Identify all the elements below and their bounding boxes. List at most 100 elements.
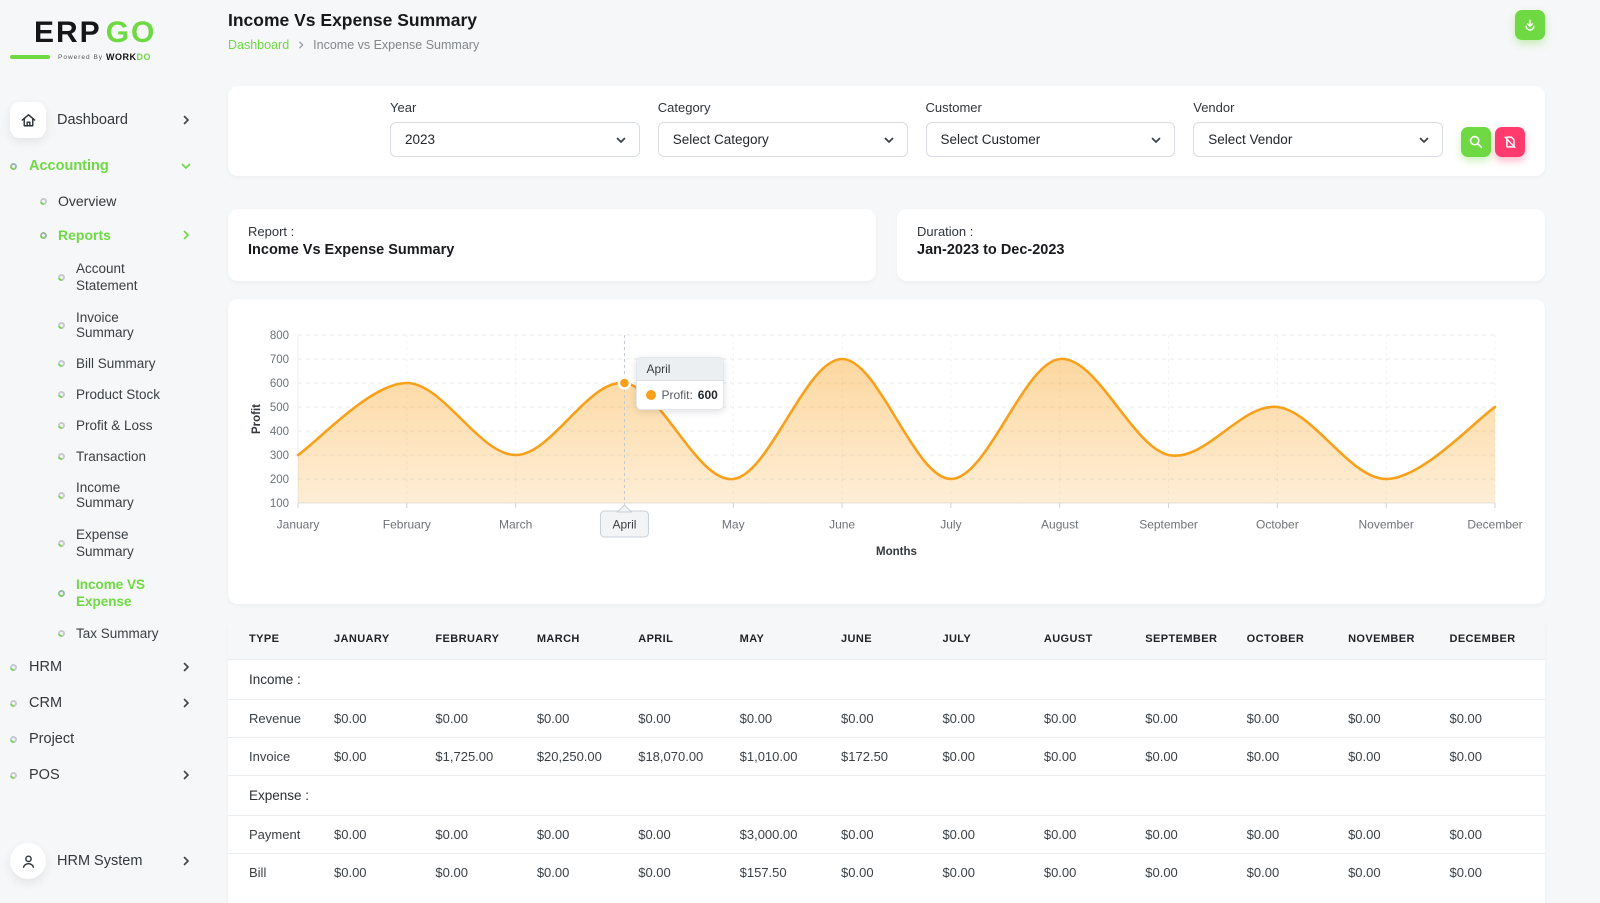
duration-value: Jan-2023 to Dec-2023: [917, 242, 1525, 258]
x-axis-label: February: [383, 518, 431, 532]
sidebar-item-transaction[interactable]: Transaction: [0, 441, 210, 472]
duration-label: Duration :: [917, 224, 1525, 239]
bullet-icon: [57, 320, 67, 330]
table-cell: $0.00: [1443, 816, 1545, 854]
table-cell: $0.00: [531, 700, 632, 738]
sidebar-item-label: CRM: [29, 695, 180, 711]
table-column-header: JUNE: [835, 619, 936, 660]
x-axis-label: June: [829, 518, 855, 532]
table-cell: $0.00: [531, 854, 632, 892]
reset-button[interactable]: [1495, 127, 1525, 157]
powered-by-label: Powered By: [58, 54, 103, 61]
brand-name: ERPGO: [34, 18, 210, 48]
bullet-icon: [57, 588, 67, 598]
sidebar-item-hrm-system[interactable]: HRM System: [0, 833, 210, 889]
sidebar-item-bill-summary[interactable]: Bill Summary: [0, 348, 210, 379]
table-cell: $0.00: [1241, 816, 1342, 854]
table-column-header: APRIL: [632, 619, 733, 660]
table-column-header: JULY: [936, 619, 1037, 660]
sidebar-item-invoice-summary[interactable]: Invoice Summary: [0, 302, 210, 348]
row-label: Payment: [228, 816, 328, 854]
table-row: Revenue$0.00$0.00$0.00$0.00$0.00$0.00$0.…: [228, 700, 1545, 738]
bullet-icon: [39, 196, 49, 206]
download-button[interactable]: [1515, 10, 1545, 40]
y-axis-tick-label: 200: [270, 474, 289, 486]
bullet-icon: [57, 390, 67, 400]
sidebar-item-label: Income VSExpense: [76, 576, 172, 610]
home-icon: [10, 102, 46, 138]
sidebar-item-income-summary[interactable]: Income Summary: [0, 472, 210, 518]
chevron-right-icon: [180, 769, 192, 781]
table-cell: $0.00: [1139, 816, 1240, 854]
table-cell: $0.00: [1038, 738, 1139, 776]
sidebar-item-product-stock[interactable]: Product Stock: [0, 379, 210, 410]
row-label: Revenue: [228, 700, 328, 738]
sidebar-item-hrm[interactable]: HRM: [0, 649, 210, 685]
year-label: Year: [390, 100, 640, 115]
sidebar-item-label: ExpenseSummary: [76, 526, 172, 560]
table-cell: $0.00: [936, 738, 1037, 776]
y-axis-tick-label: 400: [270, 426, 289, 438]
sidebar-item-account-statement[interactable]: AccountStatement: [0, 252, 210, 302]
table-cell: $0.00: [328, 700, 429, 738]
sidebar-item-tax-summary[interactable]: Tax Summary: [0, 618, 210, 649]
x-axis-label: May: [722, 518, 745, 532]
sidebar-item-overview[interactable]: Overview: [0, 184, 210, 218]
year-field: Year 2023: [390, 100, 640, 157]
sidebar-item-pos[interactable]: POS: [0, 757, 210, 793]
table-cell: $0.00: [1342, 700, 1443, 738]
table-cell: $0.00: [835, 854, 936, 892]
page-title: Income Vs Expense Summary: [228, 10, 479, 31]
customer-select[interactable]: Select Customer: [926, 122, 1176, 157]
y-axis-tick-label: 500: [270, 402, 289, 414]
sidebar-item-project[interactable]: Project: [0, 721, 210, 757]
bullet-icon: [39, 230, 49, 240]
brand-go: GO: [106, 16, 157, 49]
sidebar-item-accounting[interactable]: Accounting: [0, 148, 210, 184]
sidebar-item-dashboard[interactable]: Dashboard: [0, 92, 210, 148]
profit-chart-svg: 100200300400500600700800JanuaryFebruaryM…: [248, 321, 1525, 579]
table-column-header: NOVEMBER: [1342, 619, 1443, 660]
table-column-header: SEPTEMBER: [1139, 619, 1240, 660]
sidebar-item-profit-loss[interactable]: Profit & Loss: [0, 410, 210, 441]
table-column-header: AUGUST: [1038, 619, 1139, 660]
table-cell: $0.00: [1443, 738, 1545, 776]
table-cell: $18,070.00: [632, 738, 733, 776]
table-cell: $0.00: [328, 854, 429, 892]
bullet-icon: [9, 734, 19, 744]
vendor-select[interactable]: Select Vendor: [1193, 122, 1443, 157]
brand-tagline: Powered By WORKDO: [10, 52, 210, 62]
sidebar-item-income-vs-expense[interactable]: Income VSExpense: [0, 568, 210, 618]
chevron-down-icon: [883, 134, 895, 146]
sidebar-item-expense-summary[interactable]: ExpenseSummary: [0, 518, 210, 568]
brand-logo[interactable]: ERPGO Powered By WORKDO: [0, 10, 210, 68]
table-header: TYPEJANUARYFEBRUARYMARCHAPRILMAYJUNEJULY…: [228, 619, 1545, 660]
table-cell: $1,725.00: [429, 738, 530, 776]
table-cell: $0.00: [328, 738, 429, 776]
row-label: Bill: [228, 854, 328, 892]
sidebar-item-reports[interactable]: Reports: [0, 218, 210, 252]
category-select[interactable]: Select Category: [658, 122, 908, 157]
table-cell: $0.00: [1342, 738, 1443, 776]
table-cell: $0.00: [1241, 854, 1342, 892]
table-section-label: Income :: [228, 660, 1545, 700]
workdo-work: WORK: [106, 52, 137, 62]
breadcrumb-dashboard-link[interactable]: Dashboard: [228, 38, 289, 52]
sidebar-item-crm[interactable]: CRM: [0, 685, 210, 721]
chevron-down-icon: [1418, 134, 1430, 146]
table-cell: $0.00: [1443, 854, 1545, 892]
table-cell: $157.50: [734, 854, 835, 892]
y-axis-tick-label: 600: [270, 378, 289, 390]
tooltip-series-label: Profit:: [661, 388, 692, 402]
customer-field: Customer Select Customer: [926, 100, 1176, 157]
sidebar-item-label: Overview: [58, 193, 192, 209]
year-select[interactable]: 2023: [390, 122, 640, 157]
profit-chart[interactable]: 100200300400500600700800JanuaryFebruaryM…: [248, 321, 1525, 579]
chevron-down-icon: [180, 160, 192, 172]
search-button[interactable]: [1461, 127, 1491, 157]
table-cell: $0.00: [1139, 854, 1240, 892]
y-axis-tick-label: 300: [270, 450, 289, 462]
x-axis-label: August: [1041, 518, 1079, 532]
table-cell: $0.00: [531, 816, 632, 854]
sidebar-item-label: Product Stock: [76, 387, 172, 402]
